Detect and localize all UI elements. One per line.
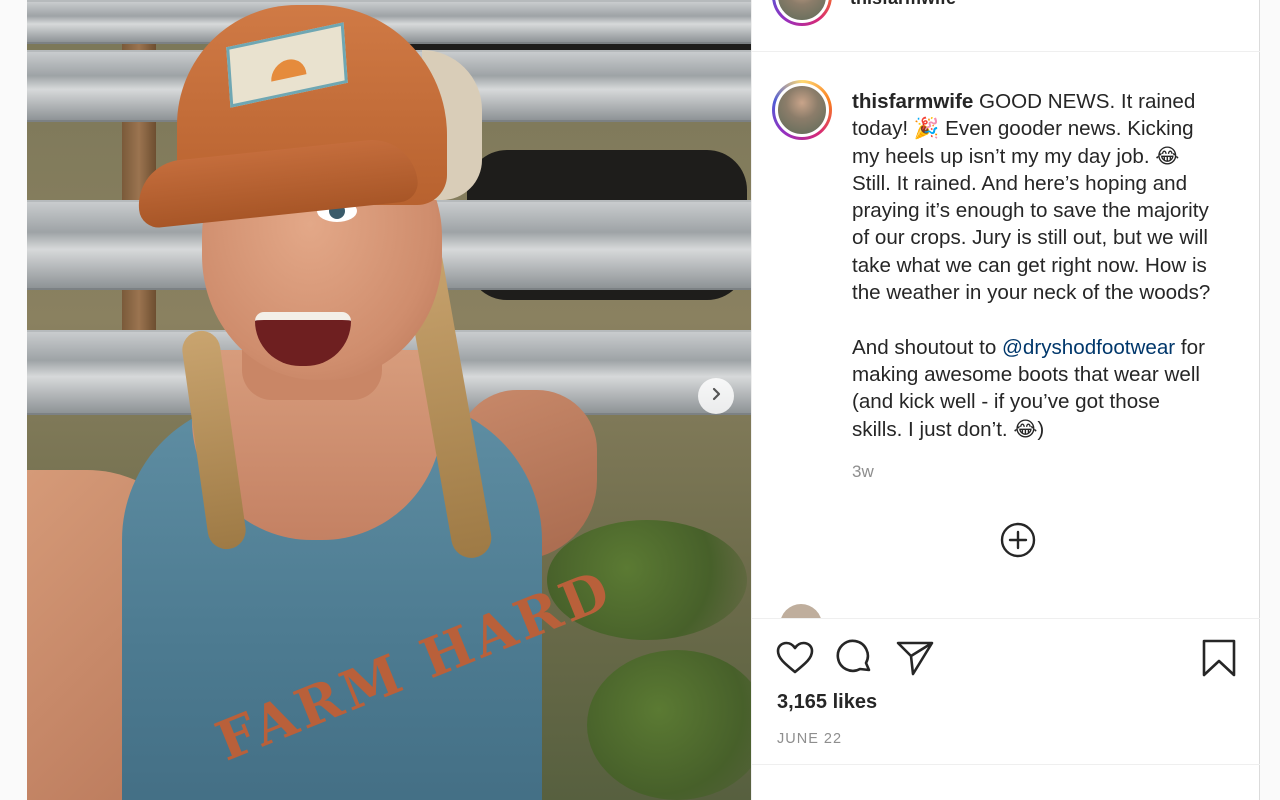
post-photo[interactable]: FARM HARD: [27, 0, 751, 800]
plus-circle-icon: [1000, 522, 1036, 562]
caption-line: Still. It rained. And here’s hoping and: [852, 171, 1188, 195]
comments-area: thisfarmwife GOOD NEWS. It rained today!…: [752, 52, 1260, 618]
caption-line: And shoutout to: [852, 335, 1002, 359]
like-button[interactable]: [774, 639, 816, 681]
chevron-right-icon: [708, 386, 724, 407]
more-options-icon[interactable]: ···: [1208, 0, 1232, 7]
caption-line: (and kick well - if you’ve got those: [852, 390, 1160, 414]
post-actions: 3,165 likes JUNE 22: [752, 618, 1260, 764]
comment-avatar-partial[interactable]: [780, 604, 822, 618]
person-figure: FARM HARD: [27, 0, 751, 800]
caption-line: for: [1175, 335, 1205, 359]
caption-line: the weather in your neck of the woods?: [852, 281, 1211, 305]
bookmark-icon: [1202, 639, 1236, 682]
post-date[interactable]: JUNE 22: [777, 731, 842, 747]
post-header: thisfarmwife ···: [752, 0, 1260, 52]
next-photo-button[interactable]: [698, 378, 734, 414]
add-comment-bar[interactable]: [752, 764, 1260, 800]
caption-line: GOOD NEWS. It rained: [979, 90, 1196, 113]
caption-line: of our crops. Jury is still out, but we …: [852, 226, 1208, 250]
caption-line: skills. I just don’t. 😂): [852, 417, 1045, 441]
caption-line: today! 🎉 Even gooder news. Kicking: [852, 117, 1194, 141]
post-modal: FARM HARD thisfarmwife ··· thisfarmwife …: [27, 0, 1260, 800]
mention-link[interactable]: @dryshodfootwear: [1002, 336, 1175, 359]
post-caption: thisfarmwife GOOD NEWS. It rained today!…: [852, 88, 1247, 443]
caption-line: praying it’s enough to save the majority: [852, 199, 1209, 223]
comment-bubble-icon: [836, 639, 874, 682]
likes-count[interactable]: 3,165 likes: [777, 691, 877, 714]
caption-line: take what we can get right now. How is: [852, 253, 1207, 277]
header-username[interactable]: thisfarmwife: [850, 0, 956, 9]
post-side-panel: thisfarmwife ··· thisfarmwife GOOD NEWS.…: [751, 0, 1260, 800]
header-avatar[interactable]: [772, 0, 832, 26]
share-button[interactable]: [894, 639, 936, 681]
paper-plane-icon: [896, 640, 934, 681]
caption-avatar[interactable]: [772, 80, 832, 140]
caption-timestamp[interactable]: 3w: [852, 462, 874, 482]
caption-username[interactable]: thisfarmwife: [852, 90, 973, 113]
caption-line: making awesome boots that wear well: [852, 362, 1200, 386]
caption-line: my heels up isn’t my my day job. 😂: [852, 144, 1180, 168]
heart-icon: [776, 641, 814, 680]
save-button[interactable]: [1198, 639, 1240, 681]
load-more-comments-button[interactable]: [1000, 522, 1036, 558]
comment-button[interactable]: [834, 639, 876, 681]
